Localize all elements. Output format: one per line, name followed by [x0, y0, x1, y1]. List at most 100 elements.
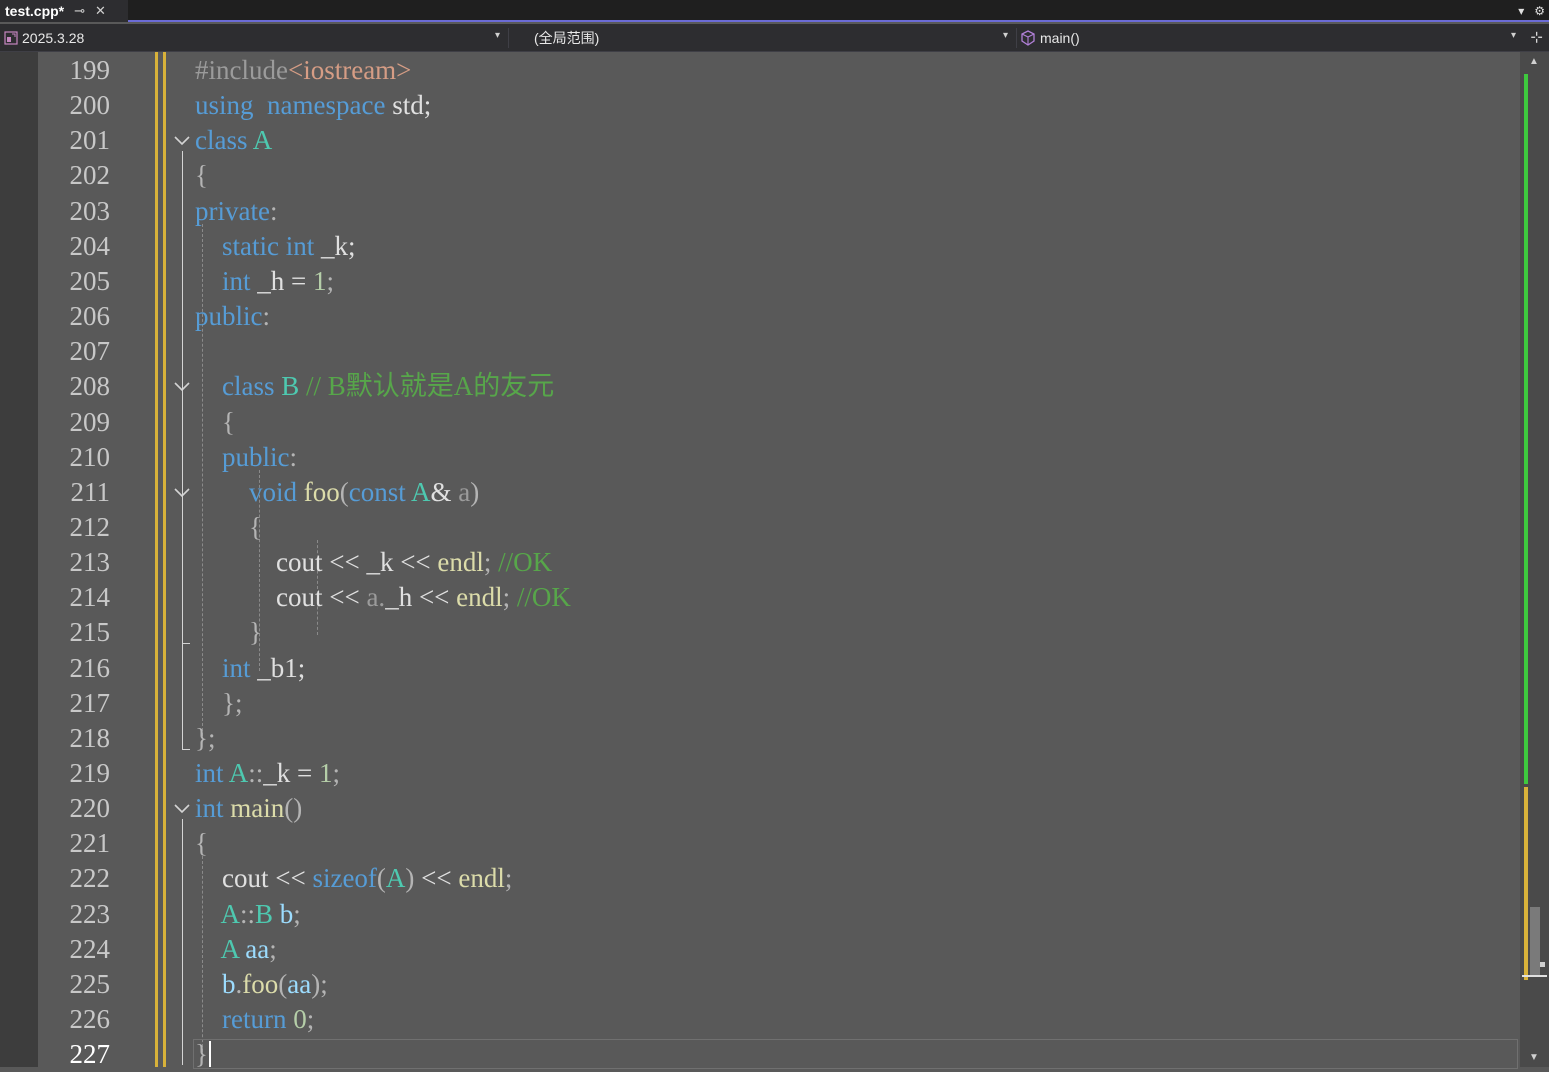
line-number: 221	[69, 828, 111, 859]
code-line[interactable]: {	[195, 405, 235, 440]
code-line[interactable]: static int _k;	[195, 229, 356, 264]
code-line[interactable]: }	[195, 615, 262, 650]
scroll-down-icon[interactable]: ▼	[1529, 1052, 1539, 1063]
code-token: ;	[332, 758, 341, 788]
code-token: };	[222, 687, 243, 718]
settings-gear-icon[interactable]: ⚙	[1534, 4, 1545, 18]
code-line[interactable]: int A::_k = 1;	[195, 756, 340, 791]
code-line[interactable]: class B // B默认就是A的友元	[195, 369, 554, 404]
code-token: A	[252, 125, 273, 156]
code-line[interactable]: int main()	[195, 791, 302, 826]
code-line[interactable]: class A	[195, 123, 272, 158]
code-line[interactable]: return 0;	[195, 1002, 314, 1037]
code-token: int	[285, 230, 315, 261]
code-line[interactable]: void foo(const A& a)	[195, 475, 479, 510]
scrollbar-marker	[1540, 962, 1545, 967]
project-dropdown[interactable]: 2025.3.28 ▾	[4, 27, 504, 49]
code-line[interactable]: };	[195, 686, 242, 721]
code-line[interactable]: private:	[195, 194, 277, 229]
code-token: foo	[242, 968, 279, 999]
project-icon	[4, 31, 18, 45]
line-number: 204	[69, 230, 111, 261]
code-line[interactable]: A::B b;	[195, 897, 301, 932]
chevron-down-icon: ▾	[1510, 30, 1516, 41]
code-token: #include	[195, 55, 288, 85]
code-line[interactable]: A aa;	[195, 932, 277, 967]
code-token: return	[222, 1004, 287, 1035]
code-token: B	[255, 898, 274, 929]
line-number: 222	[69, 863, 111, 894]
code-token: }	[249, 617, 262, 648]
vertical-scrollbar[interactable]: ▲ ▼	[1520, 52, 1549, 1067]
outline-line	[182, 502, 183, 644]
outline-end	[182, 643, 190, 645]
code-token: A	[411, 476, 431, 507]
code-token: using	[195, 90, 254, 121]
line-number: 226	[69, 1004, 111, 1035]
fold-chevron-icon[interactable]	[172, 131, 192, 151]
code-token: {	[249, 511, 262, 542]
code-token: }	[195, 1039, 208, 1070]
tab-list-dropdown-icon[interactable]: ▾	[1518, 4, 1524, 18]
cube-icon	[1020, 30, 1036, 46]
fold-chevron-icon[interactable]	[172, 799, 192, 819]
code-line[interactable]: b.foo(aa);	[195, 967, 328, 1002]
code-token: int	[195, 758, 224, 788]
code-line[interactable]: using namespace std;	[195, 88, 431, 123]
line-number: 203	[69, 195, 111, 226]
scope-name: (全局范围)	[534, 30, 600, 46]
code-token: main	[230, 793, 285, 824]
code-token: {	[222, 406, 235, 437]
chevron-down-icon: ▾	[494, 30, 500, 41]
code-line[interactable]: public:	[195, 440, 297, 475]
line-number: 213	[69, 547, 111, 578]
tab-test-cpp[interactable]: test.cpp* ⊸ ✕	[0, 0, 128, 22]
code-line[interactable]: int _b1;	[195, 651, 305, 686]
code-token: ;	[269, 933, 277, 964]
line-number: 200	[69, 90, 111, 121]
line-number: 220	[69, 793, 111, 824]
code-line[interactable]: cout << a._h << endl; //OK	[195, 580, 571, 615]
code-line[interactable]: {	[195, 158, 208, 193]
code-token: _k;	[314, 230, 356, 261]
line-number-gutter: 199 200 201 202 203 204 205 206 207 208 209 210 211 2…	[38, 52, 152, 1069]
code-line[interactable]: public:	[195, 299, 270, 334]
code-token: ;	[293, 898, 301, 929]
code-line[interactable]: cout << _k << endl; //OK	[195, 545, 552, 580]
code-token: <<	[414, 863, 459, 894]
line-number: 217	[69, 687, 111, 718]
code-line[interactable]: {	[195, 826, 208, 861]
close-tab-icon[interactable]: ✕	[95, 0, 106, 22]
scroll-thumb[interactable]	[1530, 907, 1540, 977]
code-line[interactable]: #include<iostream>	[195, 53, 411, 88]
code-line[interactable]: {	[195, 510, 262, 545]
code-token: };	[195, 722, 216, 753]
code-token: class	[195, 125, 248, 156]
pin-tab-icon[interactable]: ⊸	[74, 0, 85, 22]
scope-dropdown[interactable]: (全局范围) ▾	[512, 27, 1012, 49]
line-number: 199	[69, 55, 111, 85]
member-dropdown[interactable]: main() ▾	[1020, 27, 1520, 49]
code-token: a	[458, 476, 471, 507]
code-token: ;	[504, 863, 513, 894]
code-token: _k =	[263, 758, 320, 788]
code-token: b	[222, 968, 236, 999]
code-line[interactable]: cout << sizeof(A) << endl;	[195, 861, 512, 896]
code-line[interactable]: };	[195, 721, 215, 756]
code-token: namespace	[267, 90, 386, 121]
line-number: 202	[69, 160, 111, 191]
code-line[interactable]: int _h = 1;	[195, 264, 334, 299]
code-token: _h <<	[385, 582, 457, 613]
split-window-icon[interactable]: ⊹	[1530, 28, 1543, 46]
scroll-up-icon[interactable]: ▲	[1529, 56, 1539, 67]
code-token: ::	[240, 898, 256, 929]
line-number: 206	[69, 301, 111, 332]
